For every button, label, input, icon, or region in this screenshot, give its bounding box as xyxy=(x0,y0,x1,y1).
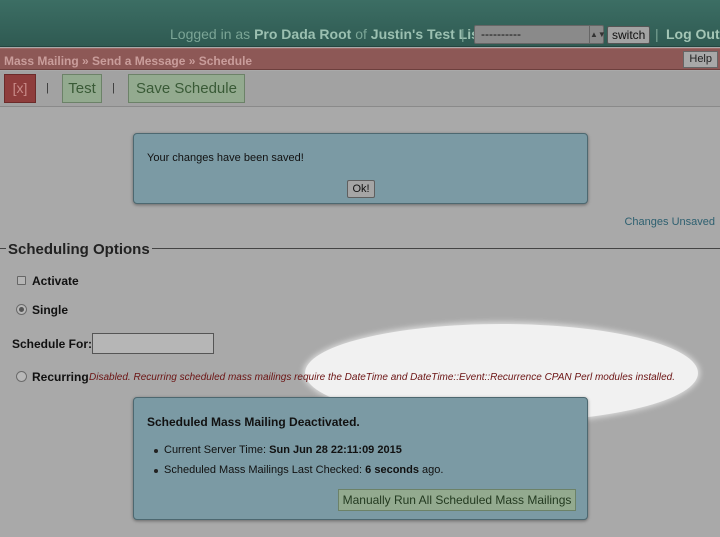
last-checked-value: 6 seconds xyxy=(365,464,419,476)
recurring-label: Recurring xyxy=(32,370,89,384)
logged-in-prefix: Logged in as xyxy=(170,26,255,42)
login-status: Logged in as Pro Dada Root of Justin's T… xyxy=(170,26,501,42)
last-checked-suffix: ago. xyxy=(418,464,444,476)
breadcrumb-bar: Mass Mailing » Send a Message » Schedule… xyxy=(0,48,720,70)
switch-button[interactable]: switch xyxy=(607,26,651,44)
close-button[interactable]: [x] xyxy=(4,74,36,103)
header-separator: | xyxy=(655,26,659,42)
server-time-label: Current Server Time: xyxy=(164,444,270,456)
top-header: Logged in as Pro Dada Root of Justin's T… xyxy=(0,0,720,47)
ok-button[interactable]: Ok! xyxy=(347,180,375,198)
list-select-value: ---------- xyxy=(481,27,521,41)
saved-message: Your changes have been saved! xyxy=(147,152,304,164)
username: Pro Dada Root xyxy=(254,26,352,42)
save-schedule-button[interactable]: Save Schedule xyxy=(128,74,245,103)
changes-unsaved-status: Changes Unsaved xyxy=(624,216,715,228)
schedule-for-label: Schedule For: xyxy=(12,337,93,351)
recurring-radio[interactable] xyxy=(16,371,27,382)
activate-label: Activate xyxy=(32,274,79,288)
list-item: Current Server Time: Sun Jun 28 22:11:09… xyxy=(153,444,443,464)
schedule-for-input[interactable] xyxy=(92,333,214,354)
last-checked-label: Scheduled Mass Mailings Last Checked: xyxy=(164,464,366,476)
single-radio[interactable] xyxy=(16,304,27,315)
activate-checkbox[interactable] xyxy=(17,276,26,285)
recurring-disabled-note: Disabled. Recurring scheduled mass maili… xyxy=(89,372,676,383)
of-text: of xyxy=(351,26,371,42)
logout-link[interactable]: Log Out xyxy=(666,26,720,42)
manually-run-button[interactable]: Manually Run All Scheduled Mass Mailings xyxy=(338,489,576,511)
list-switch-select[interactable]: ---------- ▲▼ xyxy=(474,25,606,44)
help-button[interactable]: Help xyxy=(683,51,718,68)
status-list: Current Server Time: Sun Jun 28 22:11:09… xyxy=(153,444,444,484)
select-arrows-icon: ▲▼ xyxy=(589,26,606,43)
test-button[interactable]: Test xyxy=(62,74,102,103)
single-label: Single xyxy=(32,303,69,317)
deactivated-title: Scheduled Mass Mailing Deactivated. xyxy=(147,415,360,429)
toolbar-separator: | xyxy=(112,82,115,94)
list-item: Scheduled Mass Mailings Last Checked: 6 … xyxy=(153,464,444,484)
scheduling-options-heading: Scheduling Options xyxy=(6,241,152,258)
breadcrumb[interactable]: Mass Mailing » Send a Message » Schedule xyxy=(4,54,252,68)
header-separator: | xyxy=(461,26,465,42)
server-time-value: Sun Jun 28 22:11:09 2015 xyxy=(269,444,402,456)
scheduled-mailing-status-panel: Scheduled Mass Mailing Deactivated. Curr… xyxy=(133,397,588,520)
toolbar-separator: | xyxy=(46,82,49,94)
toolbar: [x] | Test | Save Schedule xyxy=(0,71,720,107)
saved-confirmation-dialog: Your changes have been saved! Ok! xyxy=(133,133,588,204)
